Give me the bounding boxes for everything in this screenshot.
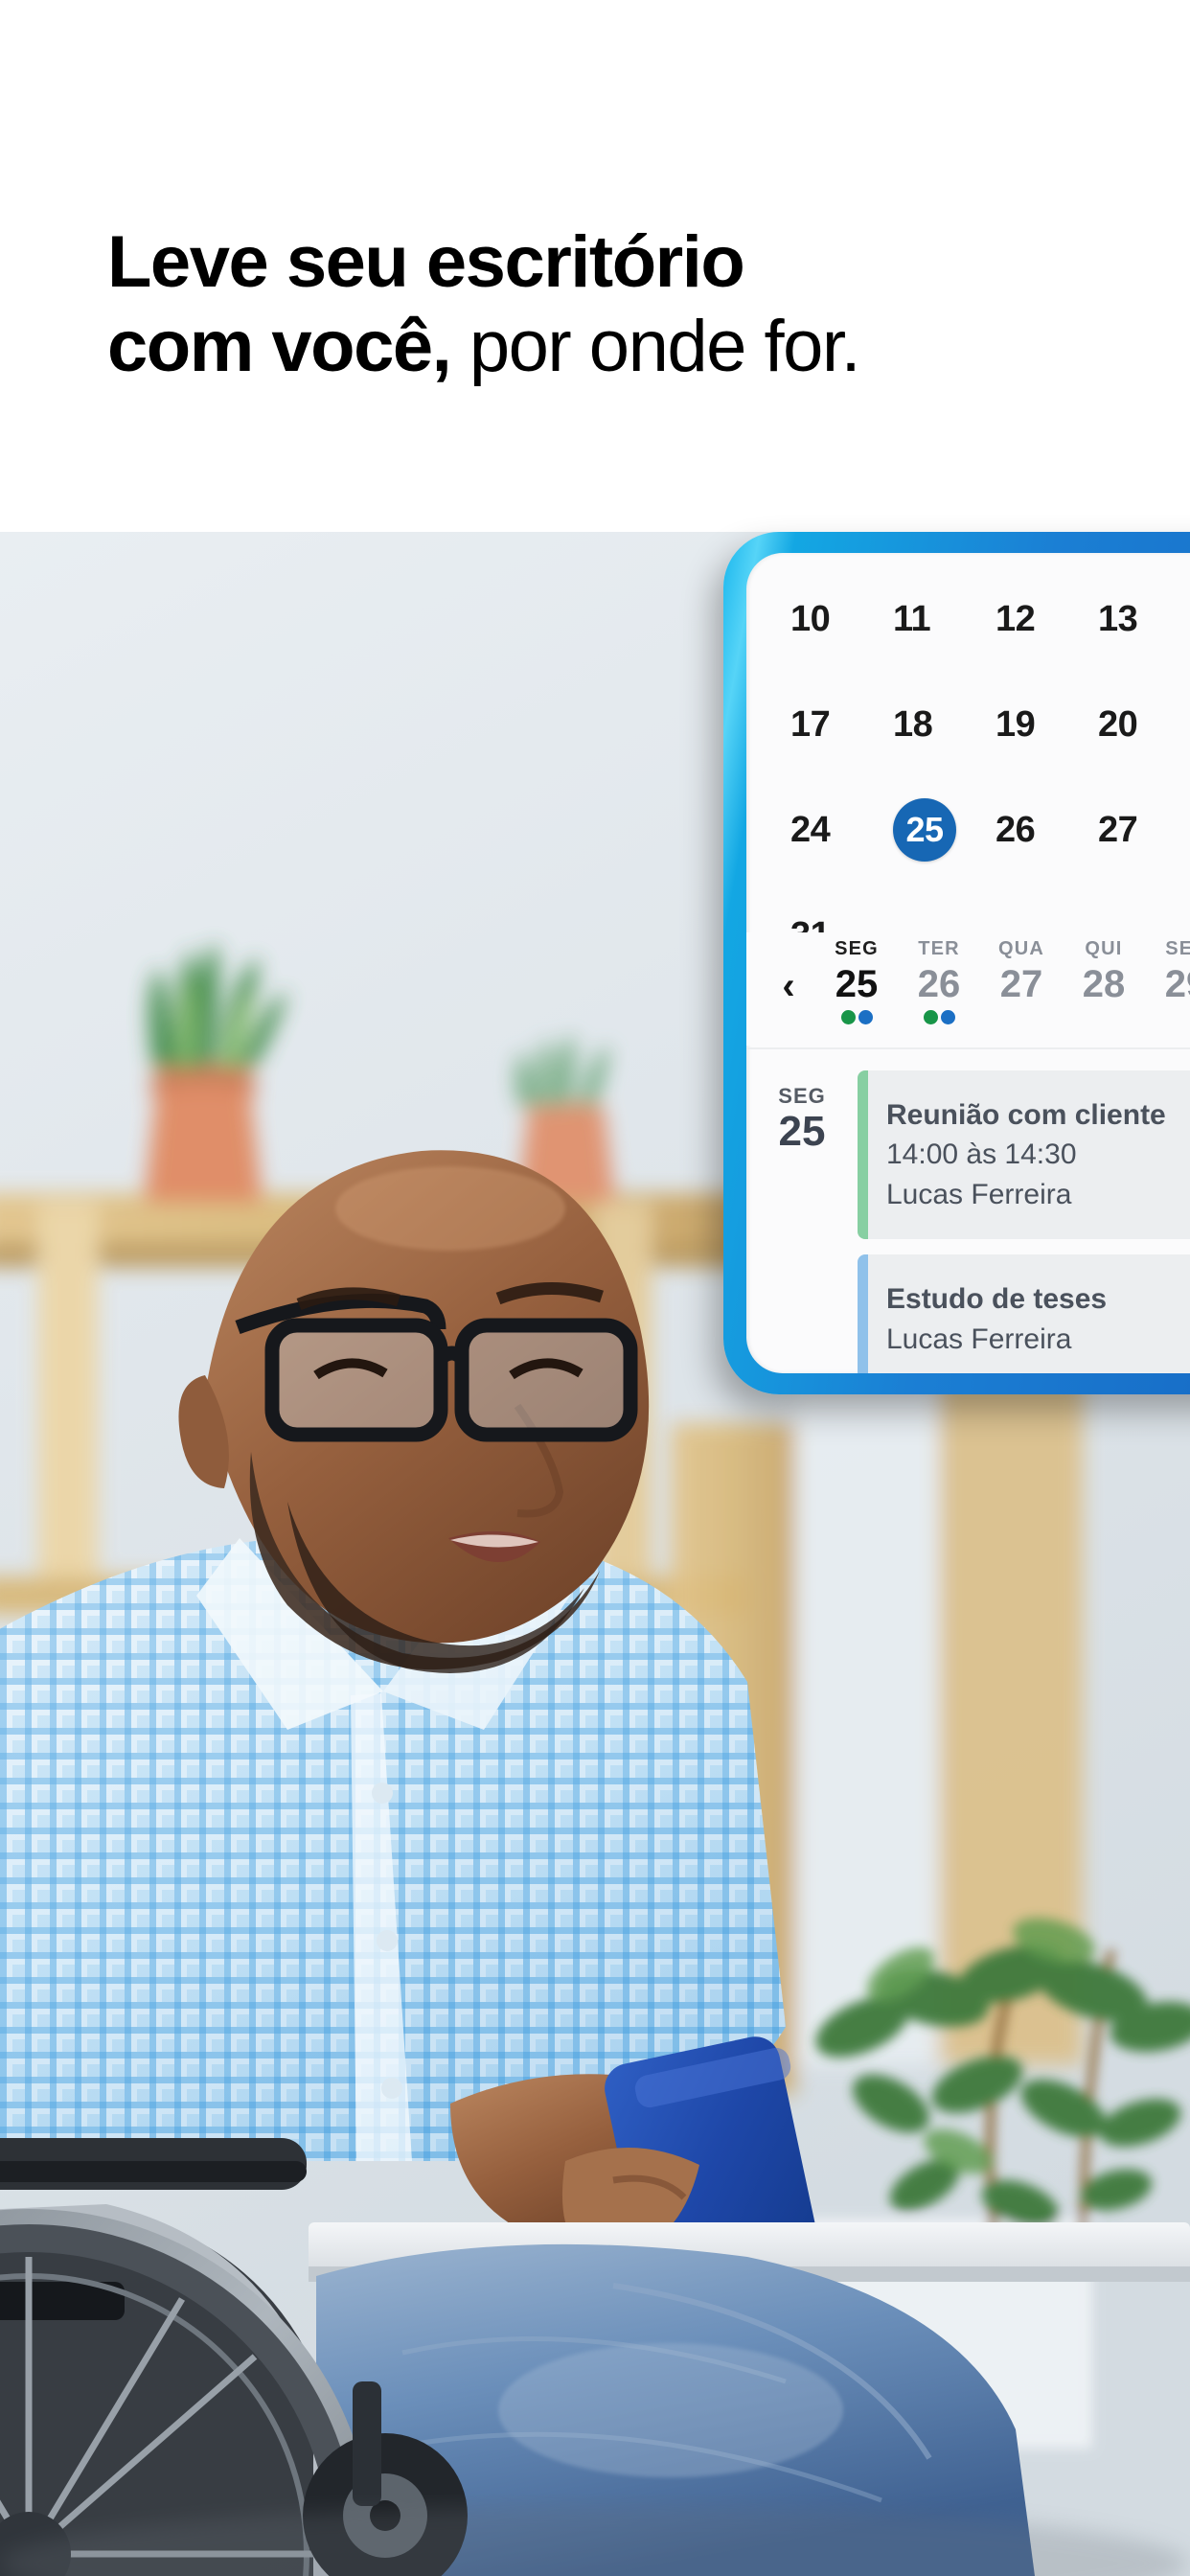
week-day-dow: QUA bbox=[997, 938, 1045, 959]
strip-divider bbox=[746, 1047, 1190, 1049]
month-day-label: 19 bbox=[995, 703, 1036, 745]
agenda-date-num: 25 bbox=[778, 1108, 826, 1155]
month-day[interactable]: 10 bbox=[790, 587, 893, 651]
agenda-event-time: 14:00 às 14:30 bbox=[886, 1138, 1077, 1171]
month-day-selected-label: 25 bbox=[893, 798, 956, 862]
month-day-label: 20 bbox=[1098, 703, 1138, 745]
week-day-dow: SEX bbox=[1165, 938, 1190, 959]
week-day-num: 26 bbox=[917, 963, 961, 1005]
event-dot-green bbox=[923, 1010, 938, 1024]
month-day[interactable]: 18 bbox=[893, 693, 995, 756]
month-day-label: 26 bbox=[995, 809, 1036, 850]
month-grid: 10 11 12 13 14 17 18 19 20 21 24 25 26 2… bbox=[790, 587, 1190, 967]
month-day[interactable]: 26 bbox=[995, 798, 1098, 862]
week-day-qua[interactable]: QUA 27 bbox=[980, 938, 1063, 1024]
headline-regular-2: por onde for. bbox=[450, 306, 861, 388]
week-day-dots bbox=[898, 1010, 980, 1024]
agenda-event-card[interactable]: Reunião com cliente 14:00 às 14:30 Lucas… bbox=[858, 1070, 1190, 1240]
month-day[interactable]: 24 bbox=[790, 798, 893, 862]
month-day-label: 12 bbox=[995, 598, 1036, 639]
month-day-label: 27 bbox=[1098, 809, 1138, 850]
month-day-label: 17 bbox=[790, 703, 831, 745]
agenda-date: SEG 25 bbox=[746, 1070, 858, 1373]
agenda-date-dow: SEG bbox=[778, 1084, 826, 1108]
promo-page: Leve seu escritório com você, por onde f… bbox=[0, 0, 1190, 2576]
week-day-dots bbox=[815, 1010, 898, 1024]
phone-mockup: 10 11 12 13 14 17 18 19 20 21 24 25 26 2… bbox=[723, 532, 1190, 1394]
agenda-event-owner: Lucas Ferreira bbox=[886, 1322, 1072, 1355]
week-day-dow: SEG bbox=[835, 938, 879, 959]
page-title: Leve seu escritório com você, por onde f… bbox=[107, 220, 1123, 389]
week-day-num: 28 bbox=[1082, 963, 1126, 1005]
month-day[interactable]: 20 bbox=[1098, 693, 1190, 756]
week-day-seg[interactable]: SEG 25 bbox=[815, 938, 898, 1024]
week-day-dots bbox=[980, 1010, 1063, 1024]
week-day-dots bbox=[1145, 1010, 1190, 1024]
week-day-dots bbox=[1063, 1010, 1145, 1024]
month-day-label: 11 bbox=[893, 598, 931, 639]
agenda-event-owner: Lucas Ferreira bbox=[886, 1178, 1072, 1210]
week-strip: ‹ SEG 25 TER 26 QUA 27 QUI 28 SE 2 bbox=[746, 932, 1190, 1046]
headline-line-2: com você, por onde for. bbox=[107, 305, 1123, 389]
phone-screen: 10 11 12 13 14 17 18 19 20 21 24 25 26 2… bbox=[746, 553, 1190, 1373]
week-day-num: 25 bbox=[835, 963, 879, 1005]
agenda-section: SEG 25 Reunião com cliente 14:00 às 14:3… bbox=[746, 1057, 1190, 1373]
month-day[interactable]: 17 bbox=[790, 693, 893, 756]
month-day[interactable]: 12 bbox=[995, 587, 1098, 651]
month-day[interactable]: 11 bbox=[893, 587, 995, 651]
week-days: SEG 25 TER 26 QUA 27 QUI 28 SE 2 bbox=[815, 938, 1190, 1024]
week-day-sex[interactable]: SEX 29 bbox=[1145, 938, 1190, 1024]
week-day-qui[interactable]: QUI 28 bbox=[1063, 938, 1145, 1024]
week-day-dow: QUI bbox=[1085, 938, 1123, 959]
agenda-event-title: Estudo de teses bbox=[886, 1283, 1108, 1316]
month-day-selected[interactable]: 25 bbox=[893, 798, 995, 862]
month-day[interactable]: 13 bbox=[1098, 587, 1190, 651]
headline-bold-2: com você, bbox=[107, 306, 452, 388]
month-day-label: 10 bbox=[790, 598, 831, 639]
week-day-ter[interactable]: TER 26 bbox=[898, 938, 980, 1024]
month-day-label: 24 bbox=[790, 809, 831, 850]
month-day-label: 13 bbox=[1098, 598, 1138, 639]
event-dot-green bbox=[840, 1010, 856, 1024]
headline-bold-1: Leve seu escritório bbox=[107, 221, 745, 303]
headline-line-1: Leve seu escritório bbox=[107, 220, 1123, 305]
agenda-event-title: Reunião com cliente bbox=[886, 1099, 1166, 1131]
week-day-num: 27 bbox=[999, 963, 1043, 1005]
agenda-event-card[interactable]: Estudo de teses Lucas Ferreira bbox=[858, 1254, 1190, 1373]
month-day-label: 18 bbox=[893, 703, 933, 745]
event-dot-blue bbox=[858, 1010, 873, 1024]
month-day[interactable]: 19 bbox=[995, 693, 1098, 756]
week-day-dow: TER bbox=[918, 938, 960, 959]
agenda-list: Reunião com cliente 14:00 às 14:30 Lucas… bbox=[858, 1070, 1190, 1373]
chevron-left-icon[interactable]: ‹ bbox=[762, 967, 815, 1005]
month-day[interactable]: 27 bbox=[1098, 798, 1190, 862]
event-dot-blue bbox=[940, 1010, 955, 1024]
week-day-num: 29 bbox=[1164, 963, 1190, 1005]
